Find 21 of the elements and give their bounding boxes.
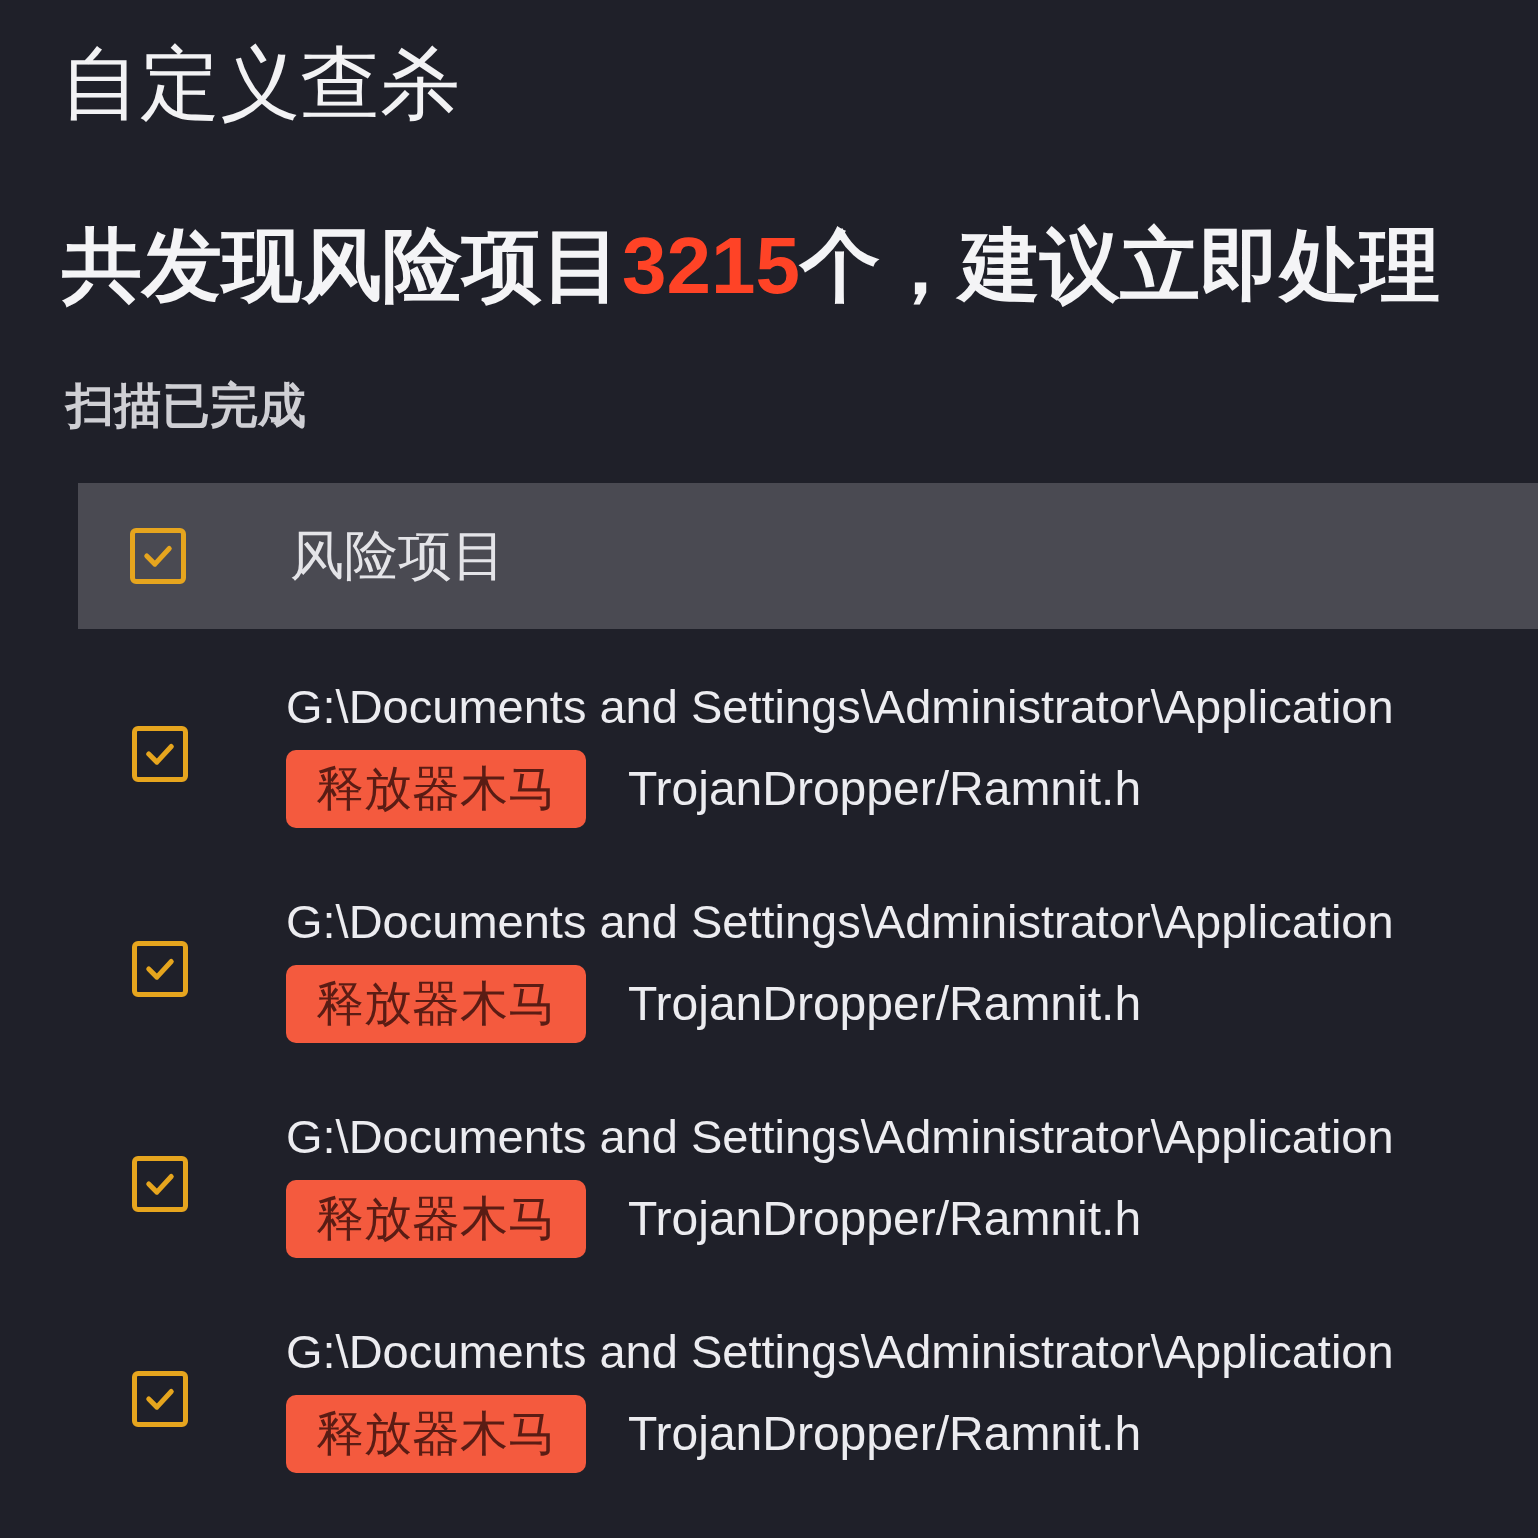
file-path: G:\Documents and Settings\Administrator\Application: [286, 1325, 1394, 1378]
threat-name: TrojanDropper/Ramnit.h: [628, 1192, 1142, 1246]
scan-status: 扫描已完成: [66, 380, 306, 433]
checkbox[interactable]: [132, 1371, 188, 1428]
threat-tag: 释放器木马: [286, 1395, 586, 1473]
file-path: G:\Documents and Settings\Administrator\Application: [286, 895, 1394, 948]
file-path: G:\Documents and Settings\Administrator\Application: [286, 680, 1394, 733]
page-title: 自定义查杀: [60, 38, 460, 130]
threat-name: TrojanDropper/Ramnit.h: [628, 1407, 1142, 1461]
checkbox[interactable]: [130, 527, 186, 584]
threat-tag: 释放器木马: [286, 965, 586, 1043]
checkbox[interactable]: [132, 726, 188, 783]
checkbox[interactable]: [132, 941, 188, 998]
checkbox[interactable]: [132, 1156, 188, 1213]
column-header: 风险项目: [290, 526, 506, 586]
threat-name: TrojanDropper/Ramnit.h: [628, 762, 1142, 816]
threat-tag: 释放器木马: [286, 1180, 586, 1258]
threat-tag: 释放器木马: [286, 750, 586, 828]
risk-summary: 共发现风险项目 3215个，建议立即处理: [62, 222, 1440, 310]
threat-name: TrojanDropper/Ramnit.h: [628, 977, 1142, 1031]
file-path: G:\Documents and Settings\Administrator\Application: [286, 1110, 1394, 1163]
